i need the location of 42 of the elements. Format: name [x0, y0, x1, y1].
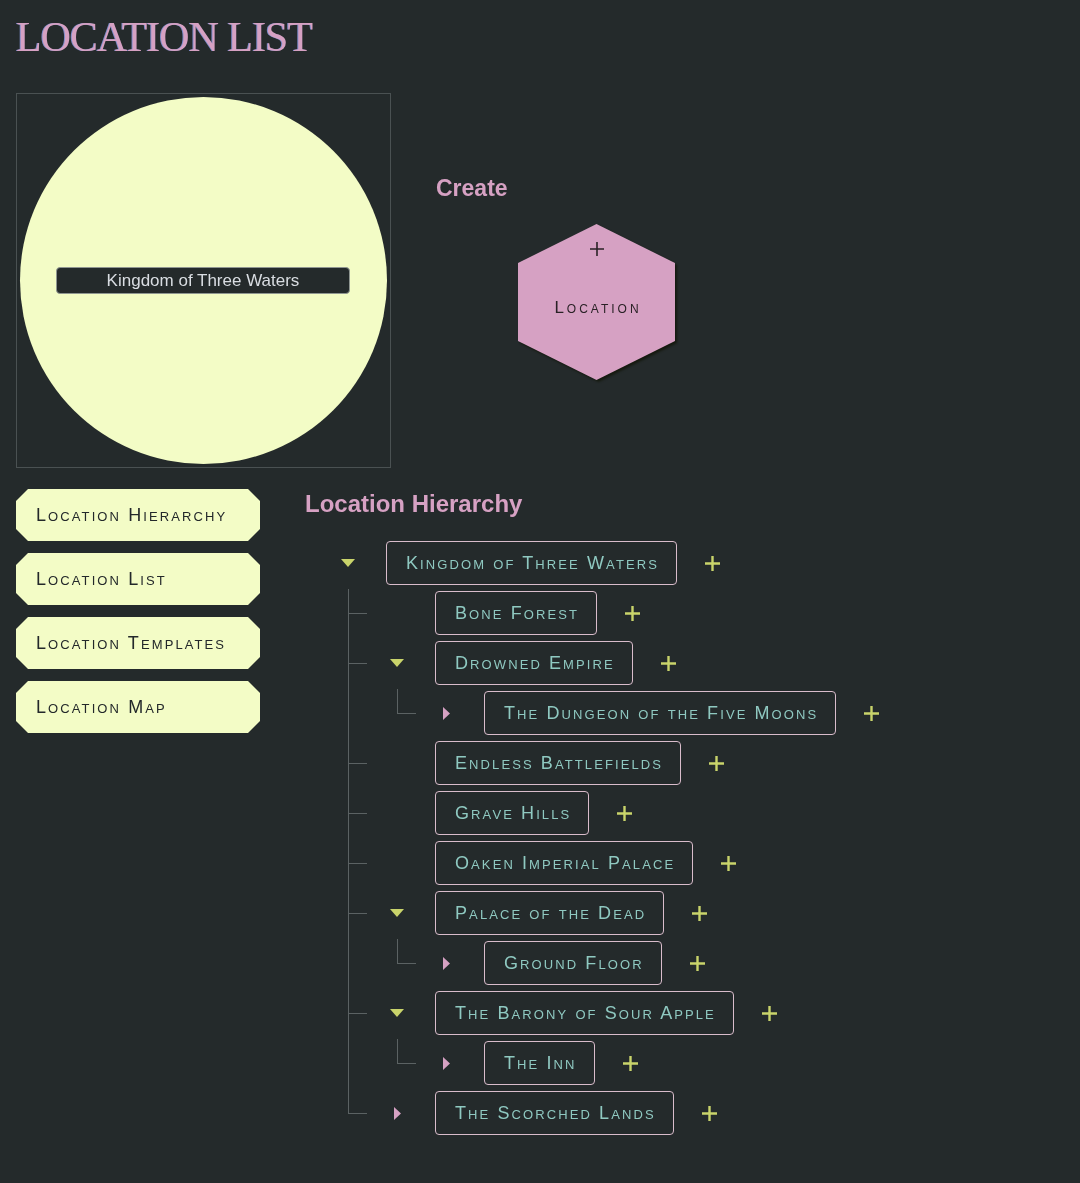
caret-right-icon[interactable] [442, 956, 450, 970]
location-node[interactable]: Palace of the Dead [435, 891, 665, 935]
plus-icon[interactable] [709, 755, 725, 771]
location-node[interactable]: Kingdom of Three Waters [386, 541, 677, 585]
page-title: LOCATION LIST [16, 14, 313, 60]
plus-icon[interactable] [704, 555, 720, 571]
plus-icon[interactable] [689, 955, 705, 971]
location-node[interactable]: The Scorched Lands [435, 1091, 674, 1135]
location-node[interactable]: Bone Forest [435, 591, 598, 635]
nav-button[interactable]: Location Templates [16, 617, 260, 669]
caret-down-icon[interactable] [341, 559, 355, 567]
nav-button[interactable]: Location Hierarchy [16, 489, 260, 541]
location-label: Kingdom of Three Waters [56, 267, 350, 294]
nav-button[interactable]: Location List [16, 553, 260, 605]
create-location-button[interactable]: Location [518, 224, 675, 380]
plus-icon[interactable] [617, 805, 633, 821]
section-heading: Location Hierarchy [305, 489, 523, 519]
location-node[interactable]: Endless Battlefields [435, 741, 682, 785]
caret-down-icon[interactable] [390, 909, 404, 917]
plus-icon[interactable] [721, 855, 737, 871]
plus-icon[interactable] [625, 605, 641, 621]
caret-right-icon[interactable] [442, 706, 450, 720]
plus-icon[interactable] [660, 655, 676, 671]
location-node[interactable]: Drowned Empire [435, 641, 633, 685]
caret-right-icon[interactable] [442, 1056, 450, 1070]
location-node[interactable]: Oaken Imperial Palace [435, 841, 694, 885]
caret-down-icon[interactable] [390, 659, 404, 667]
location-node[interactable]: Ground Floor [484, 941, 662, 985]
plus-icon[interactable] [761, 1005, 777, 1021]
location-node[interactable]: Grave Hills [435, 791, 590, 835]
caret-right-icon[interactable] [393, 1106, 401, 1120]
location-node[interactable]: The Inn [484, 1041, 595, 1085]
plus-icon [589, 242, 604, 256]
location-node[interactable]: The Dungeon of the Five Moons [484, 691, 837, 735]
caret-down-icon[interactable] [390, 1009, 404, 1017]
plus-icon[interactable] [701, 1105, 717, 1121]
nav-button[interactable]: Location Map [16, 681, 260, 733]
plus-icon[interactable] [622, 1055, 638, 1071]
section-heading: Create [436, 174, 508, 203]
location-node[interactable]: The Barony of Sour Apple [435, 991, 734, 1035]
plus-icon[interactable] [864, 705, 880, 721]
plus-icon[interactable] [692, 905, 708, 921]
